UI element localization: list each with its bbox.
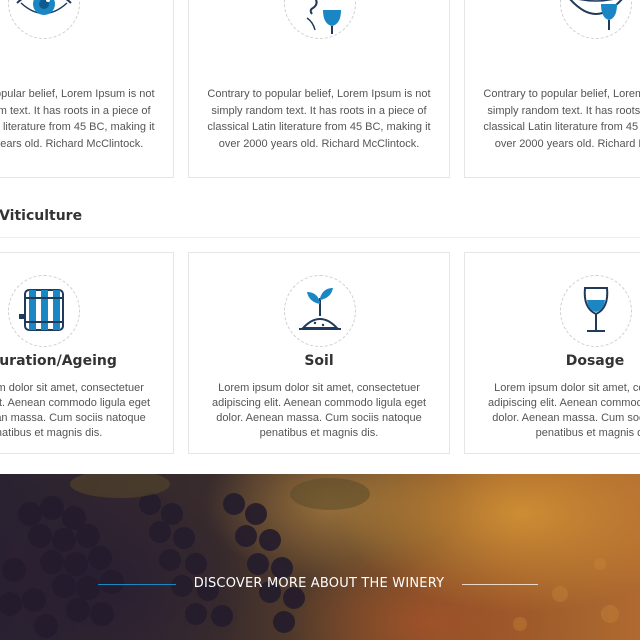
feature-card-dosage: Dosage Lorem ipsum dolor sit amet, conse… [464, 252, 640, 454]
feature-card-text: Lorem ipsum dolor sit amet, consectetuer… [211, 382, 427, 439]
wine-glass-icon [560, 275, 632, 347]
feature-card-text: Contrary to popular belief, Lorem Ipsum … [0, 88, 155, 150]
barrel-icon [8, 275, 80, 347]
feature-card-title: Soil [304, 353, 334, 369]
sprout-icon [284, 275, 356, 347]
banner-divider-right [462, 584, 538, 585]
eye-icon [8, 0, 80, 39]
grapes-background-image [0, 474, 619, 638]
feature-card-taste: Contrary to popular belief, Lorem Ipsum … [464, 0, 640, 178]
lips-icon [560, 0, 632, 39]
banner-divider-left [98, 584, 176, 585]
section-heading: & Viticulture [0, 208, 83, 224]
nose-icon [284, 0, 356, 39]
feature-card-smell: Contrary to popular belief, Lorem Ipsum … [188, 0, 450, 178]
section-divider [0, 237, 640, 238]
feature-card-maturation: Maturation/Ageing Lorem ipsum dolor sit … [0, 252, 174, 454]
viticulture-cards-row: Maturation/Ageing Lorem ipsum dolor sit … [0, 252, 640, 454]
feature-card-text: Contrary to popular belief, Lorem Ipsum … [483, 88, 640, 150]
feature-card-soil: Soil Lorem ipsum dolor sit amet, consect… [188, 252, 450, 454]
sensory-cards-row: Contrary to popular belief, Lorem Ipsum … [0, 0, 640, 178]
winery-banner: DISCOVER MORE ABOUT THE WINERY [0, 474, 640, 640]
page: Contrary to popular belief, Lorem Ipsum … [0, 0, 640, 640]
feature-card-text: Contrary to popular belief, Lorem Ipsum … [207, 88, 431, 150]
feature-card-sight: Contrary to popular belief, Lorem Ipsum … [0, 0, 174, 178]
feature-card-text: Lorem ipsum dolor sit amet, consectetuer… [0, 382, 151, 439]
feature-card-text: Lorem ipsum dolor sit amet, consectetuer… [487, 382, 640, 439]
feature-card-title: Maturation/Ageing [0, 353, 117, 369]
feature-card-title: Dosage [565, 353, 625, 369]
discover-winery-link[interactable]: DISCOVER MORE ABOUT THE WINERY [178, 576, 460, 591]
